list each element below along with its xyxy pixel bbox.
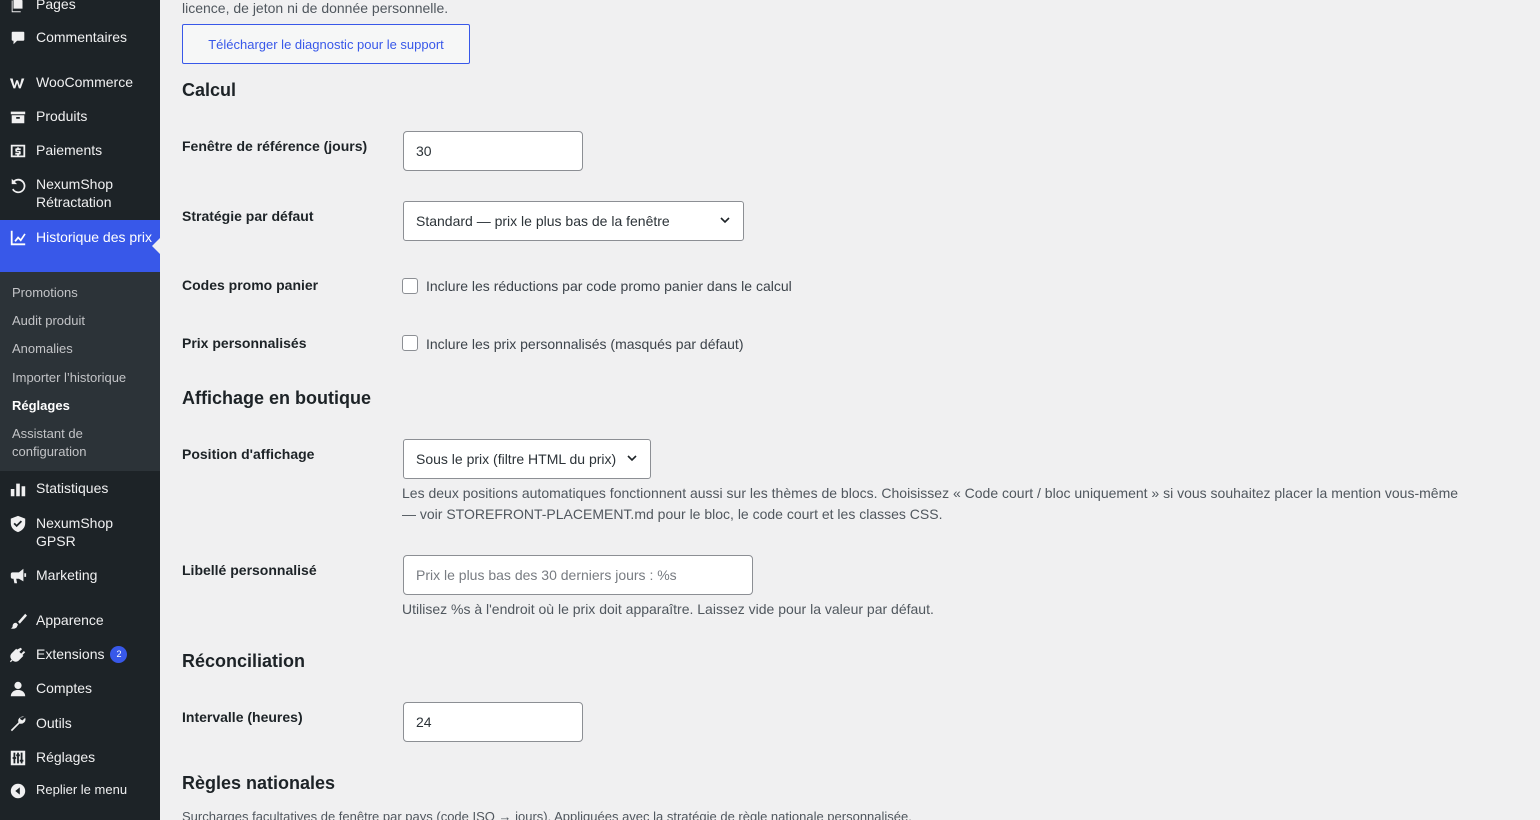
woocommerce-icon [8, 73, 28, 93]
sidebar-item-label: Replier le menu [36, 782, 128, 797]
download-diagnostic-button[interactable]: Télécharger le diagnostic pour le suppor… [182, 24, 470, 64]
sidebar-item-label: Paiements [36, 142, 103, 158]
custom-label-description: Utilisez %s à l'endroit où le prix doit … [402, 601, 934, 617]
submenu-item-importer-historique[interactable]: Importer l’historique [12, 369, 152, 387]
current-menu-arrow [152, 238, 160, 254]
paintbrush-icon [8, 611, 28, 631]
sidebar-item-label: Comptes [36, 680, 93, 696]
sidebar-item-apparence[interactable]: Apparence [0, 611, 160, 631]
admin-sidebar: Pages Commentaires WooCommerce Produits … [0, 0, 160, 820]
section-title-calcul: Calcul [182, 80, 237, 100]
sidebar-item-reglages[interactable]: Réglages [0, 748, 160, 768]
sidebar-item-historique-des-prix[interactable]: Historique des prix [0, 220, 160, 272]
submenu-item-assistant-configuration[interactable]: Assistant de configuration [12, 425, 152, 461]
diagnostic-note: licence, de jeton ni de donnée personnel… [182, 0, 449, 16]
collapse-menu-button[interactable]: Replier le menu [0, 781, 160, 801]
sidebar-item-label: NexumShop Rétractation [36, 176, 114, 210]
sidebar-item-label: Commentaires [36, 29, 128, 45]
sidebar-item-comptes[interactable]: Comptes [0, 679, 160, 699]
plugin-icon [8, 645, 28, 665]
sidebar-item-label: Extensions [36, 646, 105, 662]
display-position-label: Position d'affichage [182, 446, 315, 462]
section-title-reconciliation: Réconciliation [182, 651, 306, 671]
chevron-down-icon [626, 451, 638, 467]
sidebar-item-nexumshop-gpsr[interactable]: NexumShop GPSR [0, 514, 160, 550]
default-strategy-label: Stratégie par défaut [182, 208, 314, 224]
sidebar-item-label: NexumShop GPSR [36, 515, 114, 549]
settings-content: licence, de jeton ni de donnée personnel… [160, 0, 1540, 820]
sidebar-item-commentaires[interactable]: Commentaires [0, 28, 160, 48]
display-position-description: Les deux positions automatiques fonction… [402, 483, 1522, 525]
display-position-value: Sous le prix (filtre HTML du prix) [416, 451, 617, 467]
submenu: Promotions Audit produit Anomalies Impor… [0, 272, 160, 471]
chart-line-icon [8, 228, 28, 248]
default-strategy-select[interactable]: Standard — prix le plus bas de la fenêtr… [403, 201, 744, 241]
products-icon [8, 107, 28, 127]
submenu-item-reglages[interactable]: Réglages [12, 397, 152, 415]
interval-hours-label: Intervalle (heures) [182, 709, 303, 725]
sidebar-item-paiements[interactable]: Paiements [0, 141, 160, 161]
sidebar-item-pages[interactable]: Pages [0, 0, 160, 15]
sidebar-item-label: Marketing [36, 567, 98, 583]
display-position-select[interactable]: Sous le prix (filtre HTML du prix) [403, 439, 651, 479]
sidebar-item-label: Outils [36, 715, 72, 731]
sidebar-item-label: Statistiques [36, 480, 109, 496]
update-count-badge: 2 [110, 646, 128, 663]
bar-chart-icon [8, 479, 28, 499]
national-rules-description: Surcharges facultatives de fenêtre par p… [182, 809, 912, 820]
sidebar-item-outils[interactable]: Outils [0, 714, 160, 734]
sidebar-item-nexumshop-retractation[interactable]: NexumShop Rétractation [0, 175, 160, 211]
comments-icon [8, 28, 28, 48]
sidebar-item-label: Pages [36, 0, 76, 12]
undo-icon [8, 175, 28, 195]
window-days-label: Fenêtre de référence (jours) [182, 138, 368, 154]
display-position-description-line-1: Les deux positions automatiques fonction… [402, 485, 1459, 501]
sidebar-item-label: Historique des prix [36, 229, 152, 245]
payments-icon [8, 141, 28, 161]
custom-prices-checkbox-label[interactable]: Inclure les prix personnalisés (masqués … [426, 334, 744, 354]
sidebar-item-woocommerce[interactable]: WooCommerce [0, 73, 160, 93]
settings-sliders-icon [8, 748, 28, 768]
section-title-regles-nationales: Règles nationales [182, 773, 336, 793]
sidebar-item-label: Réglages [36, 749, 96, 765]
sidebar-item-label: Apparence [36, 612, 104, 628]
sidebar-item-label: WooCommerce [36, 74, 133, 90]
custom-prices-label: Prix personnalisés [182, 335, 307, 351]
wrench-icon [8, 714, 28, 734]
user-icon [8, 679, 28, 699]
sidebar-item-produits[interactable]: Produits [0, 107, 160, 127]
cart-coupons-checkbox-label[interactable]: Inclure les réductions par code promo pa… [426, 276, 792, 296]
sidebar-item-marketing[interactable]: Marketing [0, 566, 160, 586]
custom-label-input[interactable]: Prix le plus bas des 30 derniers jours :… [403, 555, 753, 595]
chevron-down-icon [719, 213, 731, 229]
interval-hours-input[interactable]: 24 [403, 702, 583, 742]
cart-coupons-label: Codes promo panier [182, 277, 319, 293]
shield-icon [8, 514, 28, 534]
submenu-item-audit-produit[interactable]: Audit produit [12, 312, 152, 330]
sidebar-item-extensions[interactable]: Extensions 2 [0, 645, 160, 665]
display-position-description-line-2: — voir STOREFRONT-PLACEMENT.md pour le b… [402, 506, 943, 522]
cart-coupons-checkbox[interactable] [402, 278, 418, 294]
collapse-icon [8, 781, 28, 801]
megaphone-icon [8, 566, 28, 586]
pages-icon [8, 0, 28, 15]
window-days-input[interactable]: 30 [403, 131, 583, 171]
section-title-affichage: Affichage en boutique [182, 388, 371, 408]
submenu-item-anomalies[interactable]: Anomalies [12, 340, 152, 358]
custom-prices-checkbox[interactable] [402, 335, 418, 351]
custom-label-label: Libellé personnalisé [182, 562, 317, 578]
default-strategy-value: Standard — prix le plus bas de la fenêtr… [416, 213, 670, 229]
sidebar-item-label: Produits [36, 108, 88, 124]
submenu-item-promotions[interactable]: Promotions [12, 284, 152, 302]
sidebar-item-statistiques[interactable]: Statistiques [0, 479, 160, 499]
